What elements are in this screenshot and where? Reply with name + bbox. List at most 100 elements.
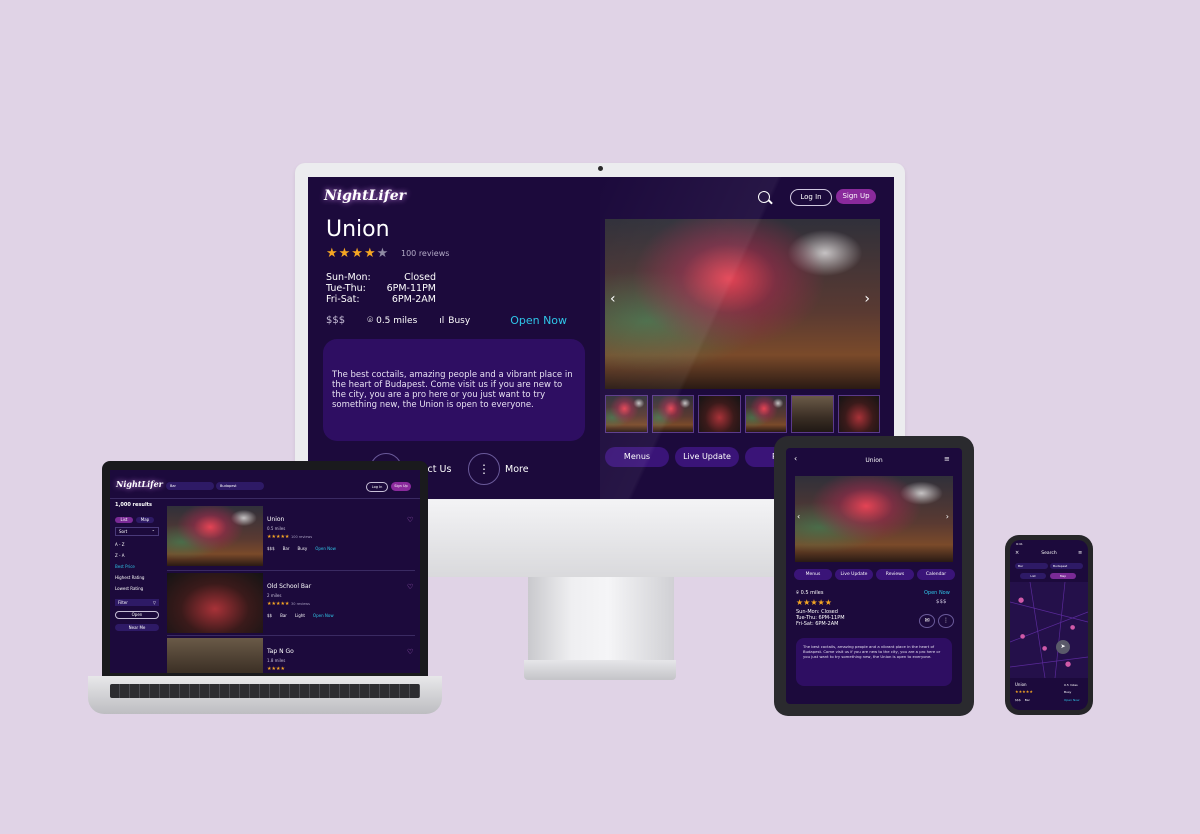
sort-option[interactable]: Lowest Rating (115, 586, 159, 591)
thumbnail[interactable] (837, 395, 880, 433)
review-count[interactable]: 100 reviews (401, 249, 449, 258)
location-pin-icon: ⌾ (796, 590, 800, 596)
tab-menus[interactable]: Menus (605, 447, 669, 467)
tab-menus[interactable]: Menus (794, 569, 832, 580)
more-icon[interactable]: ⋮ (468, 453, 500, 485)
sort-option[interactable]: Best Price (115, 564, 159, 569)
menu-icon[interactable]: ≡ (1078, 550, 1082, 556)
monitor-stand (528, 577, 674, 662)
map-pin-icon[interactable]: ● (1020, 633, 1025, 640)
venue-name[interactable]: Tap N Go (267, 648, 294, 655)
open-status: Open Now (312, 613, 334, 618)
photo-carousel[interactable]: ‹ › (795, 476, 953, 562)
tab-live-update[interactable]: Live Update (835, 569, 873, 580)
sort-option[interactable]: Z - A (115, 553, 159, 558)
result-card[interactable]: Tap N Go 1.8 miles ★★★★ ♡ (167, 638, 415, 673)
open-status: Open Now (924, 590, 950, 596)
venue-name[interactable]: Union (1015, 682, 1027, 687)
map-view[interactable]: ● ● ● ● ● ➤ (1010, 581, 1088, 679)
login-button[interactable]: Log In (790, 189, 832, 206)
star-filled-icon: ★★★★ (326, 246, 377, 261)
venue-distance: 0.5 miles (1064, 683, 1078, 687)
carousel-next-icon[interactable]: › (946, 512, 949, 521)
city-input[interactable]: Budapest (216, 482, 264, 490)
open-status: Open Now (510, 314, 568, 327)
carousel-prev-icon[interactable]: ‹ (610, 291, 616, 307)
thumbnail[interactable] (744, 395, 787, 433)
venue-name[interactable]: Union (267, 516, 284, 523)
status-time: 9:41 (1016, 542, 1023, 546)
map-pin-icon[interactable]: ● (1018, 596, 1024, 604)
filter-button[interactable]: Filter ▽ (115, 599, 159, 606)
carousel-prev-icon[interactable]: ‹ (797, 512, 800, 521)
chevron-down-icon: ⌃ (151, 529, 155, 534)
map-pin-icon[interactable]: ● (1042, 645, 1047, 652)
category-select[interactable]: Bar (166, 482, 214, 490)
signup-button[interactable]: Sign Up (836, 189, 876, 204)
result-card[interactable]: Union 0.5 miles ★★★★★ 100 reviews $$$ Bar… (167, 506, 415, 566)
menu-icon[interactable]: ≡ (944, 455, 950, 463)
thumbnail[interactable] (698, 395, 741, 433)
brand-logo[interactable]: NightLifer (324, 188, 406, 204)
venue-title: Union (326, 217, 390, 242)
map-toggle[interactable]: Map (1050, 573, 1076, 579)
divider (167, 635, 415, 636)
locate-me-icon[interactable]: ➤ (1056, 640, 1070, 654)
carousel-next-icon[interactable]: › (864, 291, 870, 307)
laptop-keyboard (110, 684, 420, 698)
rating-stars: ★★★★★ (1015, 689, 1033, 694)
venue-description: The best coctails, amazing people and a … (803, 644, 941, 659)
more-label[interactable]: More (505, 464, 529, 475)
sort-dropdown[interactable]: Sort ⌃ (115, 527, 159, 536)
heart-icon[interactable]: ♡ (407, 583, 413, 591)
map-pin-icon[interactable]: ● (1070, 624, 1075, 631)
near-me-filter[interactable]: Near Me (115, 624, 159, 631)
busy: Busy (297, 546, 308, 551)
thumbnail[interactable] (651, 395, 694, 433)
result-card[interactable]: Old School Bar 2 miles ★★★★★ 30 reviews … (167, 573, 415, 633)
venue-meta: $$ Bar Light Open Now (267, 613, 334, 618)
map-toggle[interactable]: Map (136, 517, 154, 523)
signup-button[interactable]: Sign Up (391, 482, 411, 491)
open-filter[interactable]: Open (115, 611, 159, 619)
price: $$$ (1015, 698, 1021, 702)
photo-thumbnails (605, 395, 880, 433)
brand-logo[interactable]: NightLifer (116, 479, 163, 489)
venue-name[interactable]: Old School Bar (267, 583, 311, 590)
sort-option[interactable]: Highest Rating (115, 575, 159, 580)
star-empty-icon: ★ (376, 246, 390, 261)
list-toggle[interactable]: List (115, 517, 133, 523)
tab-calendar[interactable]: Calendar (917, 569, 955, 580)
sort-option[interactable]: A - Z (115, 542, 159, 547)
mail-icon[interactable]: ✉ (919, 614, 935, 628)
venue-tabs: Menus Live Update Reviews Calendar (794, 569, 955, 580)
venue-photo (167, 573, 263, 633)
rating-stars: ★★★★★ (326, 246, 389, 261)
laptop-screen: NightLifer Bar Budapest Log In Sign Up 1… (110, 470, 420, 673)
tab-live-update[interactable]: Live Update (675, 447, 739, 467)
heart-icon[interactable]: ♡ (407, 516, 413, 524)
category-select[interactable]: Bar (1015, 563, 1048, 569)
laptop-header: NightLifer Bar Budapest Log In Sign Up (110, 470, 420, 499)
review-count: 100 reviews (291, 535, 313, 539)
heart-icon[interactable]: ♡ (407, 648, 413, 656)
tab-reviews[interactable]: Reviews (876, 569, 914, 580)
thumbnail[interactable] (605, 395, 648, 433)
busy-status: Busy (1064, 690, 1072, 694)
more-icon[interactable]: ⋮ (938, 614, 954, 628)
map-pin-icon[interactable]: ● (1065, 660, 1071, 668)
city-input[interactable]: Budapest (1050, 563, 1083, 569)
thumbnail[interactable] (791, 395, 834, 433)
search-icon[interactable] (758, 191, 770, 203)
list-toggle[interactable]: List (1020, 573, 1046, 579)
tablet-screen: ‹ Union ≡ ‹ › Menus Live Update Reviews … (786, 448, 962, 704)
venue-card[interactable]: Union 0.5 miles ★★★★★ Busy $$$ Bar Open N… (1012, 680, 1086, 708)
venue-distance: 1.8 miles (267, 658, 286, 663)
photo-carousel[interactable]: ‹ › (605, 219, 880, 389)
login-button[interactable]: Log In (366, 482, 388, 492)
venue-meta: $$$ Bar Busy Open Now (267, 546, 336, 551)
venue-distance: ⌾ 0.5 miles (796, 590, 823, 596)
price: $$ (267, 613, 273, 618)
sort-label: Sort (119, 529, 128, 534)
type: Bar (280, 613, 287, 618)
